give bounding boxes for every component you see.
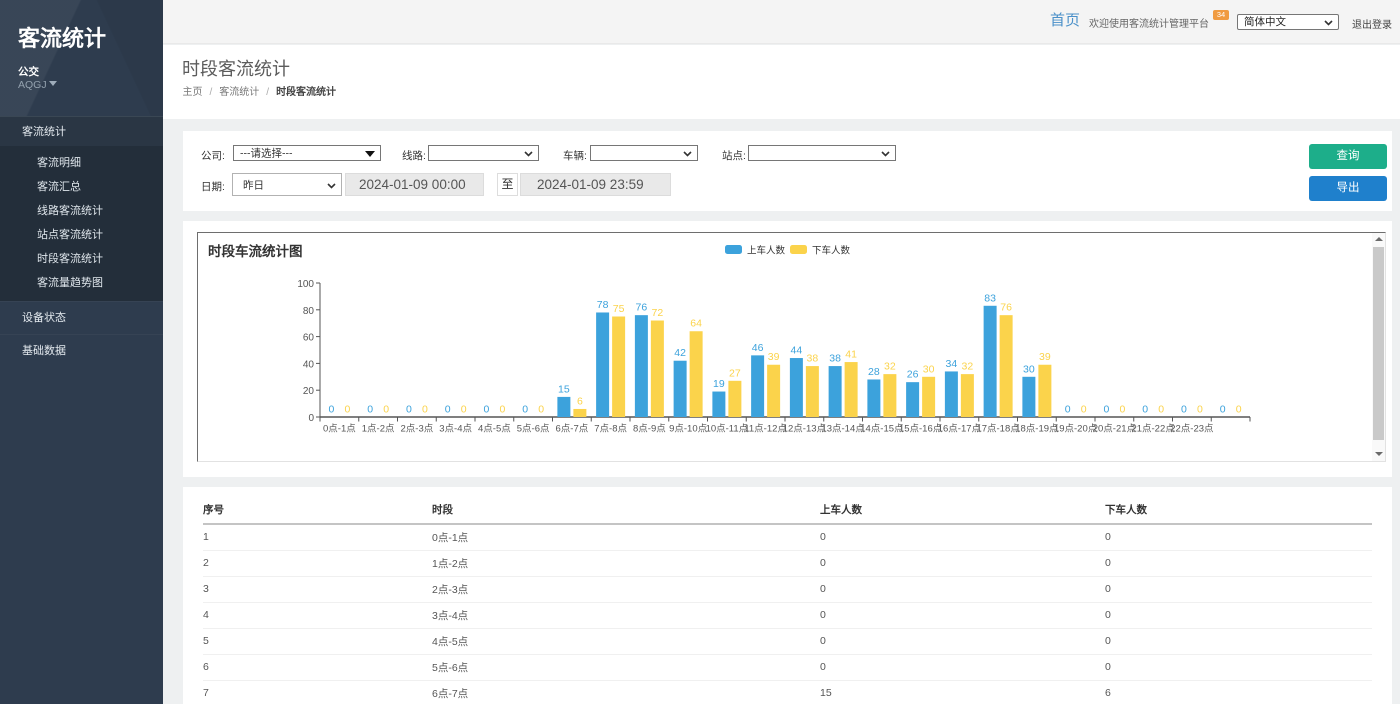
svg-text:20点-21点: 20点-21点 [1093, 424, 1137, 435]
svg-text:0: 0 [367, 404, 373, 416]
svg-text:39: 39 [768, 351, 780, 363]
svg-text:0: 0 [1119, 404, 1125, 416]
svg-text:83: 83 [984, 292, 996, 304]
svg-text:上车人数: 上车人数 [747, 245, 786, 257]
svg-text:5点-6点: 5点-6点 [517, 424, 550, 435]
svg-text:12点-13点: 12点-13点 [783, 424, 827, 435]
svg-text:0: 0 [1220, 404, 1226, 416]
svg-text:75: 75 [613, 303, 625, 315]
svg-text:6点-7点: 6点-7点 [556, 424, 589, 435]
svg-text:30: 30 [1023, 363, 1035, 375]
svg-text:0: 0 [538, 404, 544, 416]
svg-text:0: 0 [461, 404, 467, 416]
svg-text:6: 6 [577, 395, 583, 407]
svg-text:19: 19 [713, 378, 725, 390]
svg-text:0: 0 [483, 404, 489, 416]
svg-text:3点-4点: 3点-4点 [439, 424, 472, 435]
svg-text:32: 32 [884, 361, 896, 373]
svg-text:17点-18点: 17点-18点 [976, 424, 1020, 435]
svg-text:0: 0 [499, 404, 505, 416]
svg-text:0: 0 [422, 404, 428, 416]
svg-text:20: 20 [303, 386, 315, 397]
svg-text:60: 60 [303, 333, 315, 344]
svg-text:30: 30 [923, 363, 935, 375]
svg-text:76: 76 [636, 302, 648, 314]
svg-text:41: 41 [845, 349, 857, 361]
svg-text:0点-1点: 0点-1点 [323, 424, 356, 435]
svg-text:22点-23点: 22点-23点 [1170, 424, 1214, 435]
svg-text:16点-17点: 16点-17点 [938, 424, 982, 435]
svg-text:38: 38 [807, 353, 819, 365]
svg-text:0: 0 [308, 413, 314, 424]
svg-text:0: 0 [1103, 404, 1109, 416]
svg-text:8点-9点: 8点-9点 [633, 424, 666, 435]
svg-text:0: 0 [1197, 404, 1203, 416]
svg-text:21点-22点: 21点-22点 [1131, 424, 1175, 435]
svg-text:14点-15点: 14点-15点 [860, 424, 904, 435]
svg-text:100: 100 [297, 279, 314, 290]
svg-text:38: 38 [829, 353, 841, 365]
svg-text:2点-3点: 2点-3点 [401, 424, 434, 435]
svg-text:10点-11点: 10点-11点 [706, 424, 749, 435]
svg-text:19点-20点: 19点-20点 [1054, 424, 1098, 435]
svg-text:0: 0 [383, 404, 389, 416]
svg-text:9点-10点: 9点-10点 [669, 424, 708, 435]
svg-text:80: 80 [303, 306, 315, 317]
svg-text:7点-8点: 7点-8点 [594, 424, 627, 435]
svg-text:64: 64 [690, 318, 702, 330]
svg-text:0: 0 [1158, 404, 1164, 416]
svg-text:0: 0 [344, 404, 350, 416]
svg-text:46: 46 [752, 342, 764, 354]
svg-text:4点-5点: 4点-5点 [478, 424, 511, 435]
svg-text:39: 39 [1039, 351, 1051, 363]
svg-text:0: 0 [445, 404, 451, 416]
svg-text:13点-14点: 13点-14点 [821, 424, 865, 435]
svg-text:0: 0 [1181, 404, 1187, 416]
svg-text:27: 27 [729, 367, 741, 379]
svg-text:76: 76 [1000, 302, 1012, 314]
svg-text:34: 34 [946, 358, 958, 370]
svg-text:0: 0 [1081, 404, 1087, 416]
svg-text:28: 28 [868, 366, 880, 378]
svg-text:15点-16点: 15点-16点 [899, 424, 943, 435]
svg-text:78: 78 [597, 299, 609, 311]
svg-text:0: 0 [1142, 404, 1148, 416]
svg-text:时段车流统计图: 时段车流统计图 [208, 243, 303, 259]
svg-text:0: 0 [1236, 404, 1242, 416]
svg-text:1点-2点: 1点-2点 [362, 424, 395, 435]
svg-text:32: 32 [962, 361, 974, 373]
svg-text:44: 44 [791, 345, 803, 357]
svg-text:15: 15 [558, 383, 570, 395]
svg-text:18点-19点: 18点-19点 [1015, 424, 1059, 435]
svg-text:下车人数: 下车人数 [812, 245, 851, 257]
svg-text:0: 0 [522, 404, 528, 416]
svg-text:0: 0 [406, 404, 412, 416]
svg-text:11点-12点: 11点-12点 [744, 424, 787, 435]
svg-text:40: 40 [303, 359, 315, 370]
svg-text:72: 72 [652, 307, 664, 319]
svg-text:0: 0 [1065, 404, 1071, 416]
svg-text:42: 42 [674, 347, 686, 359]
svg-text:26: 26 [907, 369, 919, 381]
svg-text:0: 0 [328, 404, 334, 416]
